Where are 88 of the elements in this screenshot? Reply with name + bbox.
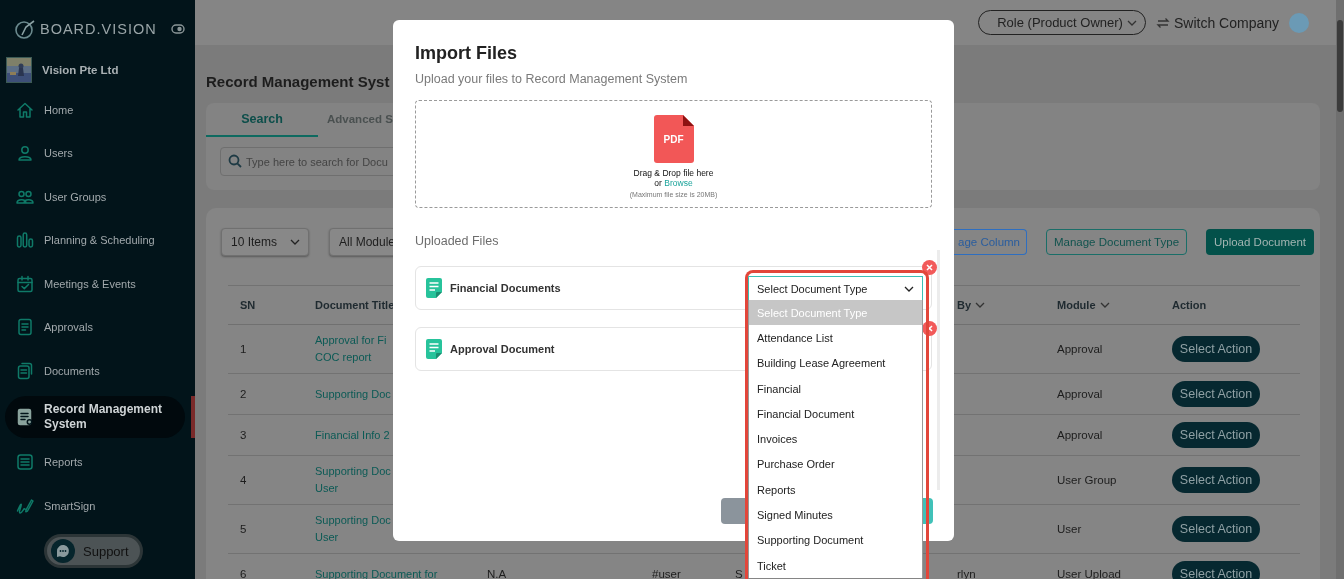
nav-item[interactable]: Documents	[0, 349, 195, 393]
page-size-select[interactable]: 10 Items	[221, 228, 309, 256]
table-cell-text: Approval	[1057, 386, 1103, 402]
table-cell-text: #user	[652, 566, 681, 579]
nav-item[interactable]: Record Management System	[5, 395, 185, 438]
dropdown-option[interactable]: Signed Minutes	[749, 502, 922, 528]
nav-item[interactable]: SmartSign	[0, 484, 195, 528]
close-icon[interactable]	[922, 321, 937, 336]
table-cell-text: 4	[240, 472, 247, 488]
nav-item[interactable]: Users	[0, 131, 195, 175]
select-action-button[interactable]: Select Action	[1172, 336, 1260, 362]
file-name: Approval Document	[450, 343, 555, 355]
browse-link[interactable]: Browse	[664, 178, 693, 188]
active-indicator	[191, 395, 195, 438]
scroll-thumb[interactable]	[1337, 20, 1343, 112]
swap-icon	[1155, 15, 1170, 30]
nav-item[interactable]: Home	[0, 88, 195, 132]
close-icon[interactable]	[922, 260, 937, 275]
file-icon	[426, 339, 442, 359]
brand-name: BOARD.VISION	[40, 21, 158, 37]
drop-instruction: Drag & Drop file here	[633, 168, 714, 178]
table-cell-text: Approval	[1057, 341, 1103, 357]
logo-icon	[14, 18, 36, 40]
select-action-button[interactable]: Select Action	[1172, 381, 1260, 407]
column-header: Action	[1160, 285, 1300, 325]
table-cell-text: N.A	[487, 566, 507, 579]
switch-company-button[interactable]: Switch Company	[1155, 14, 1279, 31]
caret-icon	[904, 285, 914, 292]
chat-icon	[51, 539, 75, 563]
table-cell-text: User Group	[1057, 472, 1117, 488]
table-cell-text: Approval	[1057, 427, 1103, 443]
record-icon	[16, 407, 34, 426]
table-cell-text: User Upload	[1057, 566, 1121, 579]
caret-icon	[290, 239, 300, 245]
dropdown-option[interactable]: Building Lease Agreement	[749, 350, 922, 376]
table-cell-text: S	[735, 566, 743, 579]
document-icon	[16, 318, 34, 337]
caret-icon	[1126, 19, 1137, 26]
company-name: Vision Pte Ltd	[42, 64, 119, 76]
nav-item[interactable]: Approvals	[0, 305, 195, 349]
table-cell-text: 6	[240, 566, 247, 579]
select-action-button[interactable]: Select Action	[1172, 467, 1260, 493]
dropdown-option[interactable]: Purchase Order	[749, 451, 922, 478]
select-action-button[interactable]: Select Action	[1172, 516, 1260, 542]
column-header[interactable]: Module	[1057, 299, 1096, 311]
dropdown-option[interactable]: Invoices	[749, 426, 922, 452]
table-cell-text: 5	[240, 521, 247, 537]
user-icon	[16, 144, 34, 163]
select-action-button[interactable]: Select Action	[1172, 561, 1260, 579]
dropdown-option[interactable]: Financial	[749, 375, 922, 402]
search-icon	[228, 154, 242, 168]
column-header: SN	[228, 285, 303, 325]
sort-caret-icon	[975, 302, 986, 308]
nav-item[interactable]: Planning & Scheduling	[0, 218, 195, 262]
avatar[interactable]	[1289, 12, 1309, 33]
dropdown-option[interactable]: Supporting Document	[749, 527, 922, 553]
table-cell-text: User	[1057, 521, 1082, 537]
dialog-title: Import Files	[415, 42, 518, 64]
dialog-subtitle: Upload your files to Record Management System	[415, 72, 689, 86]
document-type-select[interactable]: Select Document Type	[748, 276, 923, 300]
signature-icon	[16, 496, 34, 515]
toolbar-button[interactable]: Upload Document	[1206, 229, 1314, 255]
dropdown-option[interactable]: Ticket	[749, 552, 922, 579]
bar-chart-icon	[16, 231, 34, 250]
pdf-label: PDF	[662, 134, 685, 145]
browse-text: or Browse	[654, 178, 693, 188]
table-cell-text: 3	[240, 427, 247, 443]
scrollbar[interactable]	[1336, 0, 1344, 579]
toggle-icon[interactable]	[171, 24, 185, 34]
table-cell-text: 1	[240, 341, 247, 357]
sort-caret-icon	[1099, 302, 1110, 308]
calendar-icon	[16, 274, 34, 293]
dropdown-option[interactable]: Reports	[749, 477, 922, 503]
file-icon	[426, 278, 442, 298]
pdf-icon	[653, 115, 694, 163]
nav-item[interactable]: Meetings & Events	[0, 262, 195, 306]
nav-item[interactable]: User Groups	[0, 175, 195, 219]
documents-icon	[16, 361, 34, 380]
dropdown-option[interactable]: Attendance List	[749, 325, 922, 351]
select-action-button[interactable]: Select Action	[1172, 422, 1260, 448]
table-cell-text: rlyn	[957, 566, 976, 579]
nav-item[interactable]: Reports	[0, 440, 195, 484]
dropdown-option[interactable]: Financial Document	[749, 401, 922, 427]
home-icon	[16, 100, 34, 119]
page-title: Record Management Syst	[206, 73, 390, 91]
column-header[interactable]: By	[957, 299, 972, 311]
table-cell-text: 2	[240, 386, 247, 402]
list-icon	[16, 453, 34, 472]
